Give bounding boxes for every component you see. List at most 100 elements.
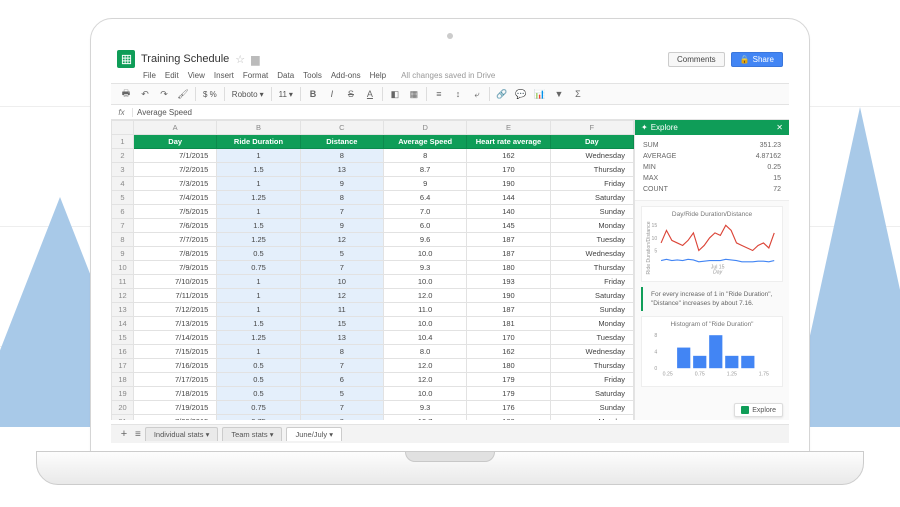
- header-cell[interactable]: Heart rate average: [467, 135, 550, 149]
- undo-icon[interactable]: ↶: [136, 86, 154, 102]
- cell[interactable]: 1.5: [217, 219, 300, 233]
- valign-icon[interactable]: ↕: [449, 86, 467, 102]
- cell[interactable]: 9: [300, 219, 383, 233]
- cell[interactable]: 1.25: [217, 331, 300, 345]
- row-header[interactable]: 14: [112, 317, 134, 331]
- cell[interactable]: Wednesday: [550, 345, 633, 359]
- cell[interactable]: 1: [217, 289, 300, 303]
- header-cell[interactable]: Day: [550, 135, 633, 149]
- bold-icon[interactable]: B: [304, 86, 322, 102]
- row-header[interactable]: 2: [112, 149, 134, 163]
- cell[interactable]: Friday: [550, 177, 633, 191]
- chart-icon[interactable]: 📊: [531, 86, 549, 102]
- doc-title[interactable]: Training Schedule: [141, 53, 229, 65]
- cell[interactable]: Saturday: [550, 387, 633, 401]
- cell[interactable]: 145: [467, 219, 550, 233]
- menu-addons[interactable]: Add-ons: [331, 71, 361, 80]
- cell[interactable]: 8: [383, 149, 466, 163]
- cell[interactable]: 179: [467, 373, 550, 387]
- cell[interactable]: 1.5: [217, 317, 300, 331]
- row-header[interactable]: 9: [112, 247, 134, 261]
- explore-button[interactable]: Explore: [734, 403, 783, 417]
- row-header[interactable]: 16: [112, 345, 134, 359]
- cell[interactable]: 7/1/2015: [134, 149, 217, 163]
- cell[interactable]: 9.3: [383, 261, 466, 275]
- comment-icon[interactable]: 💬: [512, 86, 530, 102]
- row-header[interactable]: 6: [112, 205, 134, 219]
- cell[interactable]: 170: [467, 163, 550, 177]
- menu-edit[interactable]: Edit: [165, 71, 179, 80]
- header-cell[interactable]: Distance: [300, 135, 383, 149]
- cell[interactable]: 12.0: [383, 289, 466, 303]
- cell[interactable]: 8: [300, 415, 383, 421]
- cell[interactable]: 144: [467, 191, 550, 205]
- cell[interactable]: 1.25: [217, 233, 300, 247]
- tab-team[interactable]: Team stats ▾: [222, 427, 282, 441]
- cell[interactable]: 13: [300, 331, 383, 345]
- row-header[interactable]: 4: [112, 177, 134, 191]
- cell[interactable]: 12: [300, 289, 383, 303]
- add-sheet-button[interactable]: +: [117, 428, 131, 440]
- cell[interactable]: 8: [300, 149, 383, 163]
- borders-icon[interactable]: ▦: [405, 86, 423, 102]
- cell[interactable]: Thursday: [550, 261, 633, 275]
- cell[interactable]: 1: [217, 177, 300, 191]
- cell[interactable]: 7.0: [383, 205, 466, 219]
- cell[interactable]: 1: [217, 345, 300, 359]
- row-header[interactable]: 13: [112, 303, 134, 317]
- cell[interactable]: Sunday: [550, 401, 633, 415]
- cell[interactable]: 10.0: [383, 275, 466, 289]
- cell[interactable]: Wednesday: [550, 149, 633, 163]
- row-header[interactable]: 15: [112, 331, 134, 345]
- cell[interactable]: 190: [467, 177, 550, 191]
- cell[interactable]: 11: [300, 303, 383, 317]
- row-header[interactable]: 20: [112, 401, 134, 415]
- cell[interactable]: 180: [467, 359, 550, 373]
- col-header[interactable]: F: [550, 121, 633, 135]
- cell[interactable]: 1.5: [217, 163, 300, 177]
- cell[interactable]: Saturday: [550, 191, 633, 205]
- row-header[interactable]: 18: [112, 373, 134, 387]
- cell[interactable]: 7/15/2015: [134, 345, 217, 359]
- cell[interactable]: 10.0: [383, 247, 466, 261]
- cell[interactable]: 7/17/2015: [134, 373, 217, 387]
- cell[interactable]: 0.75: [217, 261, 300, 275]
- folder-icon[interactable]: ▆: [251, 53, 259, 66]
- row-header[interactable]: 21: [112, 415, 134, 421]
- print-icon[interactable]: 🖶: [117, 86, 135, 102]
- filter-icon[interactable]: ▼: [550, 86, 568, 102]
- tab-individual[interactable]: Individual stats ▾: [145, 427, 218, 441]
- menu-insert[interactable]: Insert: [214, 71, 234, 80]
- cell[interactable]: 10.7: [383, 415, 466, 421]
- cell[interactable]: 5: [300, 387, 383, 401]
- format-currency[interactable]: $ %: [199, 90, 221, 99]
- cell[interactable]: 13: [300, 163, 383, 177]
- fill-icon[interactable]: ◧: [386, 86, 404, 102]
- menu-view[interactable]: View: [188, 71, 205, 80]
- comments-button[interactable]: Comments: [668, 52, 725, 67]
- cell[interactable]: 7/8/2015: [134, 247, 217, 261]
- explore-histogram[interactable]: Histogram of "Ride Duration" 0480.250.75…: [641, 316, 783, 387]
- cell[interactable]: Sunday: [550, 303, 633, 317]
- all-sheets-icon[interactable]: ≡: [135, 429, 141, 440]
- cell[interactable]: 162: [467, 345, 550, 359]
- tab-junejuly[interactable]: June/July ▾: [286, 427, 342, 441]
- cell[interactable]: 7/6/2015: [134, 219, 217, 233]
- row-header[interactable]: 7: [112, 219, 134, 233]
- row-header[interactable]: 17: [112, 359, 134, 373]
- cell[interactable]: 179: [467, 387, 550, 401]
- fontsize-select[interactable]: 11 ▾: [275, 90, 297, 99]
- header-cell[interactable]: Average Speed: [383, 135, 466, 149]
- cell[interactable]: 7/12/2015: [134, 303, 217, 317]
- cell[interactable]: 181: [467, 317, 550, 331]
- cell[interactable]: 188: [467, 415, 550, 421]
- spreadsheet-grid[interactable]: ABCDEF1DayRide DurationDistanceAverage S…: [111, 120, 634, 420]
- cell[interactable]: 12.0: [383, 373, 466, 387]
- col-header[interactable]: D: [383, 121, 466, 135]
- cell[interactable]: 10: [300, 275, 383, 289]
- cell[interactable]: 7/4/2015: [134, 191, 217, 205]
- textcolor-icon[interactable]: A: [361, 86, 379, 102]
- cell[interactable]: 7/16/2015: [134, 359, 217, 373]
- link-icon[interactable]: 🔗: [493, 86, 511, 102]
- menu-format[interactable]: Format: [243, 71, 268, 80]
